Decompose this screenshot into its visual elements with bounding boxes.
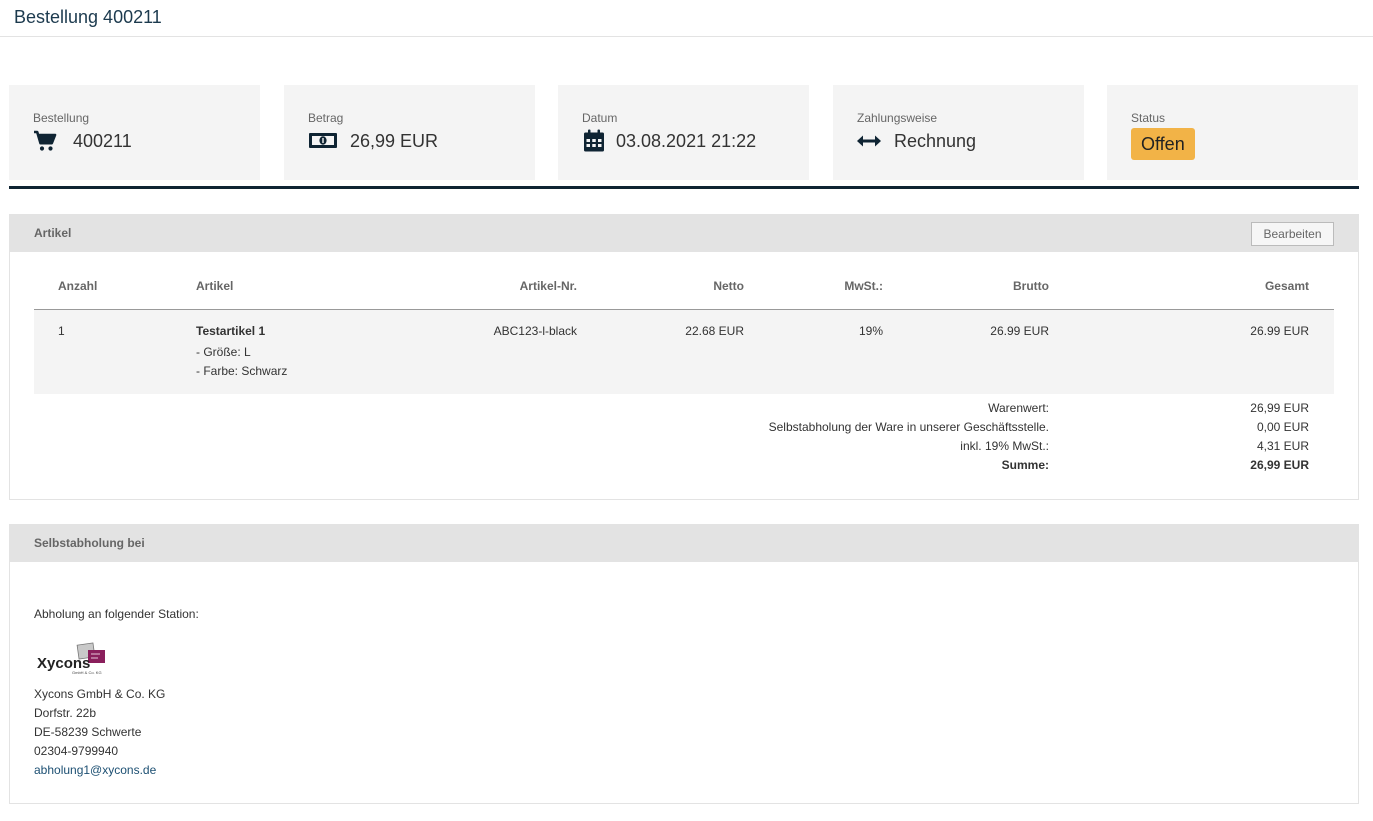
money-bill-icon [309, 133, 337, 148]
amount-value: 26,99 EUR [350, 131, 439, 151]
order-number-card: Bestellung 400211 [9, 85, 260, 180]
status-label: Status [1131, 111, 1166, 125]
row-article-name: Testartikel 1 [196, 324, 266, 338]
pickup-email-wrapper: abholung1@xycons.de [34, 763, 156, 777]
summary-total-value: 26,99 EUR [1250, 458, 1309, 472]
row-net: 22.68 EUR [685, 324, 744, 338]
row-sku: ABC123-l-black [493, 324, 577, 338]
summary-shipping-value: 0,00 EUR [1256, 420, 1309, 434]
date-card: Datum 03.08.2021 21:22 [558, 85, 809, 180]
order-number-value: 400211 [73, 131, 132, 151]
accent-divider [9, 186, 1359, 189]
row-option-color: - Farbe: Schwarz [196, 364, 288, 378]
order-info-cards: Bestellung 400211 Betrag 26,99 EUR Datum [9, 85, 1359, 180]
articles-panel-header: Artikel Bearbeiten [10, 215, 1358, 252]
summary-vat-value: 4,31 EUR [1256, 439, 1309, 453]
pickup-email-link[interactable]: abholung1@xycons.de [34, 763, 156, 777]
column-header-total: Gesamt [1264, 279, 1309, 293]
column-header-sku: Artikel-Nr. [519, 279, 577, 293]
svg-text:GmbH & Co. KG: GmbH & Co. KG [72, 670, 102, 675]
calendar-icon [584, 129, 604, 152]
articles-panel: Artikel Bearbeiten Anzahl Artikel Artike… [9, 214, 1359, 500]
column-header-gross: Brutto [1013, 279, 1049, 293]
summary-goods-label: Warenwert: [988, 401, 1049, 415]
status-badge: Offen [1131, 128, 1195, 160]
articles-panel-title: Artikel [34, 226, 72, 240]
pickup-street: Dorfstr. 22b [34, 706, 97, 720]
row-total: 26.99 EUR [1250, 324, 1309, 338]
pickup-phone: 02304-9799940 [34, 744, 119, 758]
summary-vat-label: inkl. 19% MwSt.: [960, 439, 1049, 453]
status-card: Status Offen [1107, 85, 1358, 180]
column-header-vat: MwSt.: [844, 279, 883, 293]
pickup-city: DE-58239 Schwerte [34, 725, 142, 739]
pickup-panel: Selbstabholung bei Abholung an folgender… [9, 524, 1359, 804]
row-qty: 1 [58, 324, 65, 338]
page-header: Bestellung 400211 [0, 0, 1373, 37]
summary-goods-value: 26,99 EUR [1250, 401, 1309, 415]
payment-label: Zahlungsweise [857, 111, 938, 125]
company-logo: Xycons GmbH & Co. KG [37, 642, 105, 675]
arrows-left-right-icon [857, 135, 881, 147]
amount-card: Betrag 26,99 EUR [284, 85, 535, 180]
payment-value: Rechnung [894, 131, 977, 151]
payment-card: Zahlungsweise Rechnung [833, 85, 1084, 180]
column-header-net: Netto [713, 279, 744, 293]
edit-button[interactable]: Bearbeiten [1251, 222, 1334, 246]
row-gross: 26.99 EUR [990, 324, 1049, 338]
pickup-panel-header: Selbstabholung bei [10, 525, 1358, 562]
column-header-qty: Anzahl [58, 279, 98, 293]
column-header-article: Artikel [196, 279, 234, 293]
date-value: 03.08.2021 21:22 [616, 131, 757, 151]
shopping-cart-icon [34, 130, 57, 151]
row-option-size: - Größe: L [196, 345, 251, 359]
date-label: Datum [582, 111, 618, 125]
pickup-panel-title: Selbstabholung bei [34, 536, 145, 550]
pickup-intro: Abholung an folgender Station: [34, 607, 199, 621]
amount-label: Betrag [308, 111, 344, 125]
summary-shipping-label: Selbstabholung der Ware in unserer Gesch… [768, 420, 1049, 434]
page-title: Bestellung 400211 [14, 7, 162, 27]
row-vat: 19% [858, 324, 883, 338]
order-number-label: Bestellung [33, 111, 90, 125]
summary-total-label: Summe: [1001, 458, 1049, 472]
pickup-company: Xycons GmbH & Co. KG [34, 687, 166, 701]
